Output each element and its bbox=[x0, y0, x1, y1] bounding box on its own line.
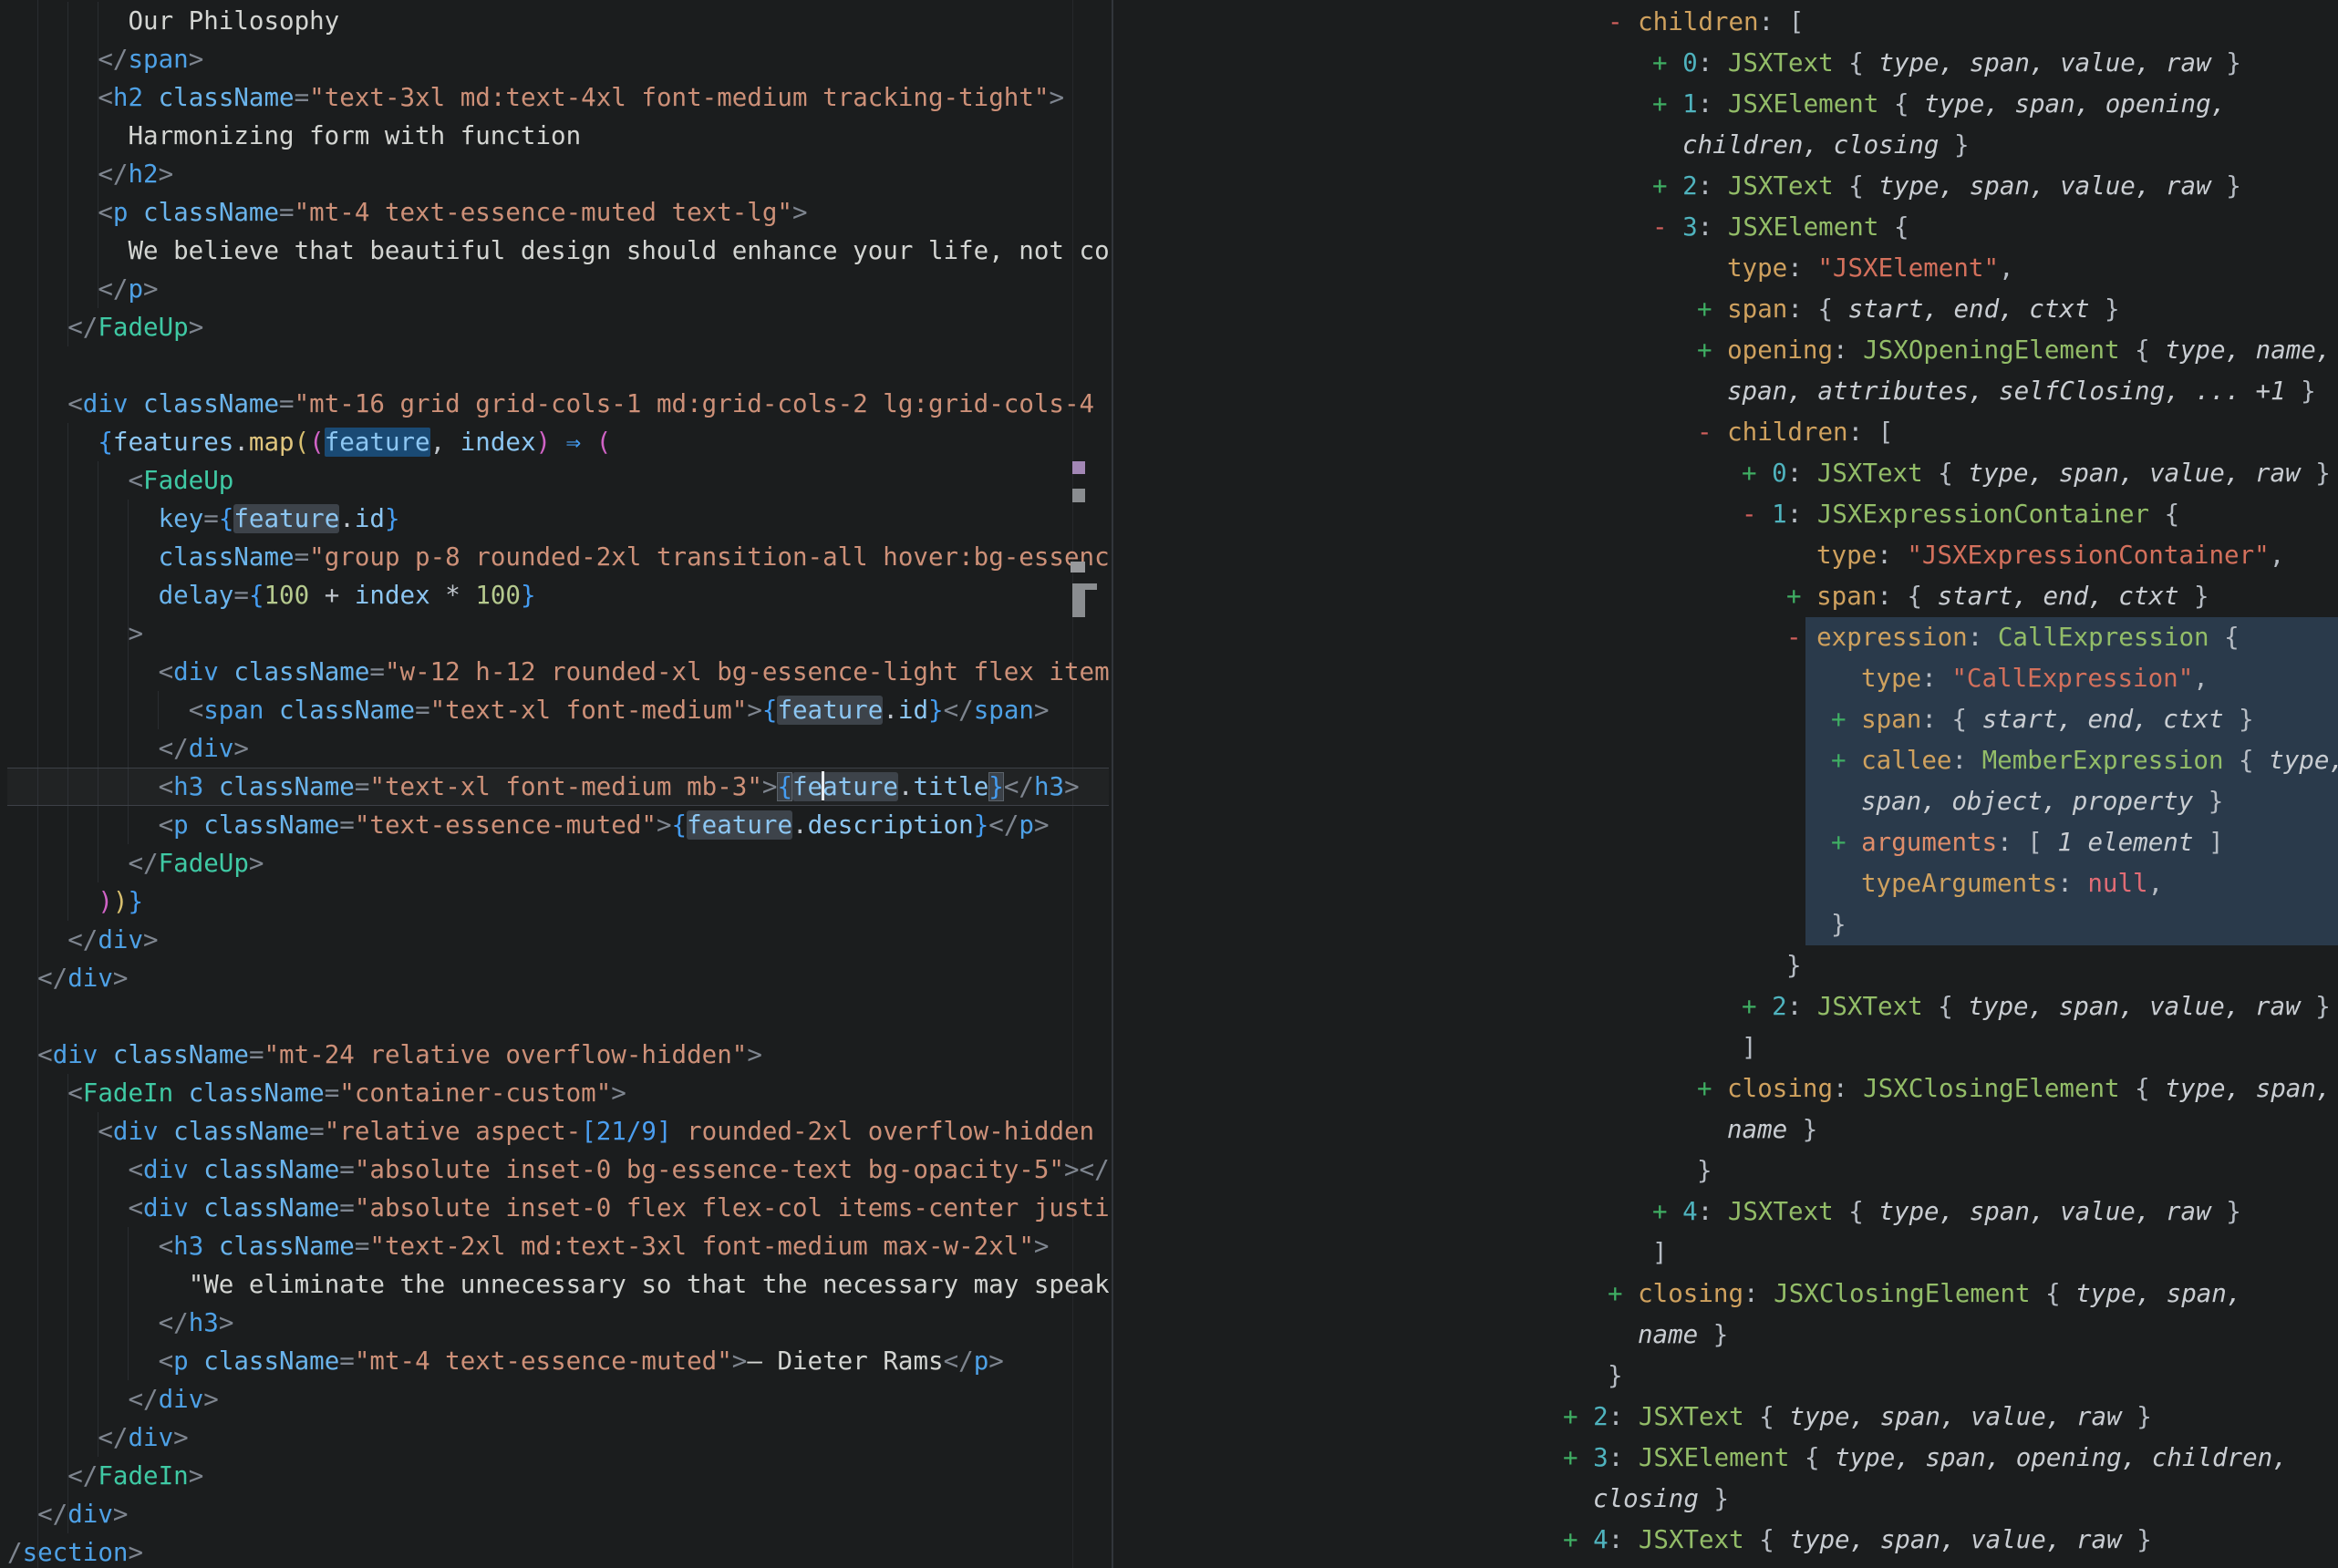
ast-row[interactable]: + callee: MemberExpression { type, bbox=[1111, 740, 2338, 781]
ast-row[interactable]: type: "JSXElement", bbox=[1111, 248, 2338, 289]
ast-row[interactable]: + 0: JSXText { type, span, value, raw } bbox=[1111, 43, 2338, 84]
ast-row[interactable]: - 1: JSXExpressionContainer { bbox=[1111, 494, 2338, 535]
ast-row[interactable]: + span: { start, end, ctxt } bbox=[1111, 289, 2338, 330]
ast-row[interactable]: + arguments: [ 1 element ] bbox=[1111, 822, 2338, 863]
ast-pane[interactable]: - children: [+ 0: JSXText { type, span, … bbox=[1111, 0, 2338, 1568]
code-line[interactable]: <p className="mt-4 text-essence-muted te… bbox=[7, 193, 1109, 232]
ast-row[interactable]: } bbox=[1111, 1150, 2338, 1191]
ast-row[interactable]: ] bbox=[1111, 1233, 2338, 1274]
code-line[interactable]: "We eliminate the unnecessary so that th… bbox=[7, 1265, 1109, 1304]
ast-row[interactable]: } bbox=[1111, 1356, 2338, 1397]
ast-row[interactable]: + 0: JSXText { type, span, value, raw } bbox=[1111, 453, 2338, 494]
code-line[interactable]: /section> bbox=[7, 1533, 1109, 1568]
code-line[interactable]: </span> bbox=[7, 40, 1109, 78]
code-line[interactable]: </div> bbox=[7, 729, 1109, 768]
code-line[interactable]: <p className="text-essence-muted">{featu… bbox=[7, 806, 1109, 844]
code-line[interactable]: <FadeIn className="container-custom"> bbox=[7, 1074, 1109, 1112]
code-line[interactable]: <div className="mt-16 grid grid-cols-1 m… bbox=[7, 385, 1109, 423]
code-line[interactable]: <FadeUp bbox=[7, 461, 1109, 500]
ast-row[interactable]: name } bbox=[1111, 1109, 2338, 1150]
code-line[interactable]: </FadeUp> bbox=[7, 308, 1109, 346]
code-line[interactable]: <div className="mt-24 relative overflow-… bbox=[7, 1036, 1109, 1074]
code-line[interactable]: <span className="text-xl font-medium">{f… bbox=[7, 691, 1109, 729]
code-line[interactable] bbox=[7, 997, 1109, 1036]
code-line[interactable]: </div> bbox=[7, 921, 1109, 959]
code-line[interactable]: className="group p-8 rounded-2xl transit… bbox=[7, 538, 1109, 576]
code-line[interactable]: > bbox=[7, 614, 1109, 653]
code-line-current[interactable]: <h3 className="text-xl font-medium mb-3"… bbox=[7, 768, 1109, 806]
code-line[interactable]: <div className="relative aspect-[21/9] r… bbox=[7, 1112, 1109, 1150]
app-window: Our Philosophy </span> <h2 className="te… bbox=[0, 0, 2338, 1568]
ast-row[interactable]: span, object, property } bbox=[1111, 781, 2338, 822]
ast-row[interactable]: name } bbox=[1111, 1315, 2338, 1356]
code-line[interactable]: <div className="absolute inset-0 flex fl… bbox=[7, 1189, 1109, 1227]
code-line[interactable]: <div className="w-12 h-12 rounded-xl bg-… bbox=[7, 653, 1109, 691]
ast-row[interactable]: span, attributes, selfClosing, ... +1 } bbox=[1111, 371, 2338, 412]
ast-row[interactable]: } bbox=[1111, 945, 2338, 986]
overview-ruler-marker bbox=[1072, 590, 1085, 617]
code-line[interactable]: ))} bbox=[7, 882, 1109, 921]
code-line[interactable]: Our Philosophy bbox=[7, 2, 1109, 40]
code-line[interactable]: </p> bbox=[7, 270, 1109, 308]
overview-ruler-marker bbox=[1072, 489, 1085, 502]
ast-row[interactable]: + 4: JSXText { type, span, value, raw } bbox=[1111, 1191, 2338, 1233]
code-line[interactable]: </FadeIn> bbox=[7, 1457, 1109, 1495]
ast-row[interactable]: typeArguments: null, bbox=[1111, 863, 2338, 904]
code-pane[interactable]: Our Philosophy </span> <h2 className="te… bbox=[0, 0, 1109, 1568]
code-line[interactable]: Harmonizing form with function bbox=[7, 117, 1109, 155]
ast-row[interactable]: type: "JSXExpressionContainer", bbox=[1111, 535, 2338, 576]
text-cursor bbox=[822, 771, 824, 800]
code-line[interactable]: </h3> bbox=[7, 1304, 1109, 1342]
code-line[interactable]: We believe that beautiful design should … bbox=[7, 232, 1109, 270]
code-line[interactable]: <div className="absolute inset-0 bg-esse… bbox=[7, 1150, 1109, 1189]
ast-row[interactable]: + opening: JSXOpeningElement { type, nam… bbox=[1111, 330, 2338, 371]
overview-ruler-marker bbox=[1072, 583, 1097, 590]
ast-row[interactable]: + 4: JSXText { type, span, value, raw } bbox=[1111, 1520, 2338, 1561]
code-line[interactable]: </div> bbox=[7, 1380, 1109, 1418]
code-line[interactable]: </div> bbox=[7, 1418, 1109, 1457]
code-line[interactable]: </h2> bbox=[7, 155, 1109, 193]
ast-row[interactable]: type: "CallExpression", bbox=[1111, 658, 2338, 699]
code-line[interactable]: </div> bbox=[7, 959, 1109, 997]
ast-row[interactable]: - expression: CallExpression { bbox=[1111, 617, 2338, 658]
ast-row[interactable]: - children: [ bbox=[1111, 2, 2338, 43]
code-line[interactable]: key={feature.id} bbox=[7, 500, 1109, 538]
code-line[interactable]: <h3 className="text-2xl md:text-3xl font… bbox=[7, 1227, 1109, 1265]
ast-row[interactable]: + closing: JSXClosingElement { type, spa… bbox=[1111, 1274, 2338, 1315]
code-line[interactable]: <p className="mt-4 text-essence-muted">—… bbox=[7, 1342, 1109, 1380]
ast-row[interactable]: ] bbox=[1111, 1027, 2338, 1068]
ast-row[interactable]: } bbox=[1111, 904, 2338, 945]
code-line[interactable]: </FadeUp> bbox=[7, 844, 1109, 882]
code-line[interactable]: {features.map((feature, index) ⇒ ( bbox=[7, 423, 1109, 461]
ast-row[interactable]: + 1: JSXElement { type, span, opening, bbox=[1111, 84, 2338, 125]
ast-row[interactable]: - 3: JSXElement { bbox=[1111, 207, 2338, 248]
ast-row[interactable]: + span: { start, end, ctxt } bbox=[1111, 576, 2338, 617]
code-line[interactable]: delay={100 + index * 100} bbox=[7, 576, 1109, 614]
overview-ruler-marker bbox=[1072, 461, 1085, 474]
ast-row[interactable]: + span: { start, end, ctxt } bbox=[1111, 699, 2338, 740]
ast-row[interactable]: + 2: JSXText { type, span, value, raw } bbox=[1111, 986, 2338, 1027]
ast-row[interactable]: - children: [ bbox=[1111, 412, 2338, 453]
code-line[interactable]: </div> bbox=[7, 1495, 1109, 1533]
code-line[interactable] bbox=[7, 346, 1109, 385]
ast-row[interactable]: + 3: JSXElement { type, span, opening, c… bbox=[1111, 1438, 2338, 1479]
ast-row[interactable]: + 2: JSXText { type, span, value, raw } bbox=[1111, 166, 2338, 207]
ast-row[interactable]: + 2: JSXText { type, span, value, raw } bbox=[1111, 1397, 2338, 1438]
code-line[interactable]: <h2 className="text-3xl md:text-4xl font… bbox=[7, 78, 1109, 117]
ast-row[interactable]: children, closing } bbox=[1111, 125, 2338, 166]
ast-row[interactable]: closing } bbox=[1111, 1479, 2338, 1520]
overview-ruler-marker bbox=[1071, 562, 1085, 573]
ast-row[interactable]: + closing: JSXClosingElement { type, spa… bbox=[1111, 1068, 2338, 1109]
